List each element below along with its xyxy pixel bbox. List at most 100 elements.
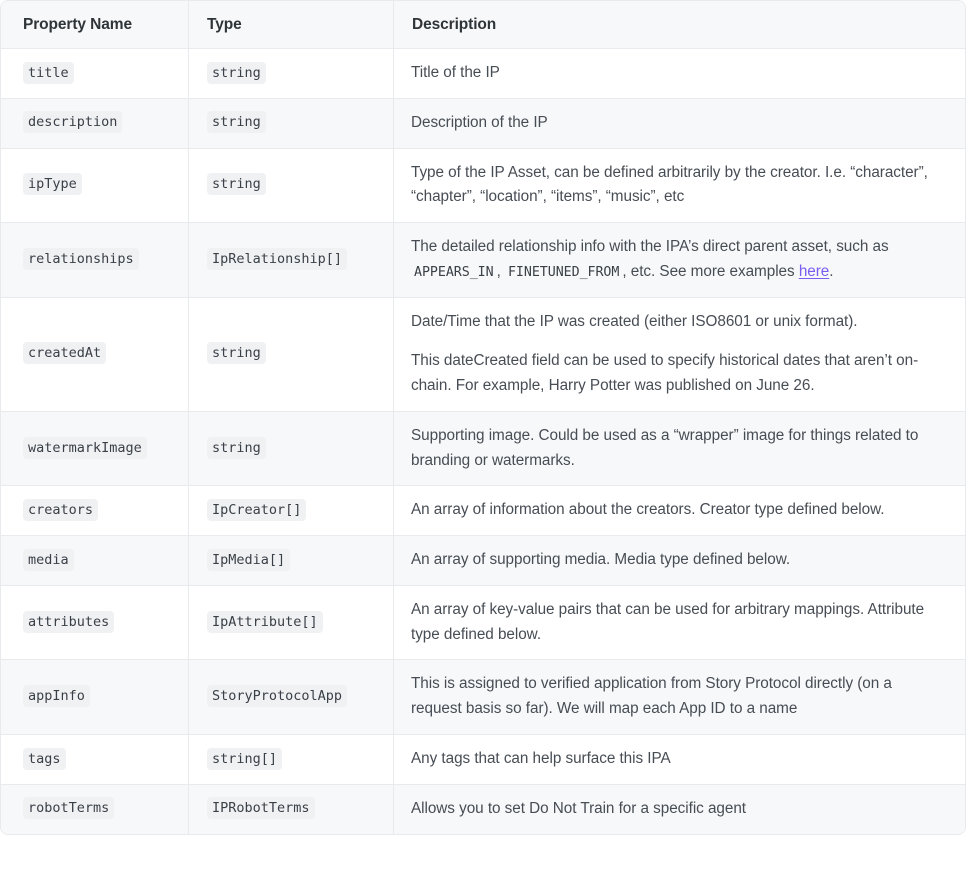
cell-property-name: description — [1, 99, 188, 149]
table-header-row: Property Name Type Description — [1, 1, 965, 49]
description-text: Allows you to set Do Not Train for a spe… — [411, 797, 945, 822]
cell-type: string — [188, 412, 393, 487]
type-code: string — [207, 437, 266, 459]
type-code: IpRelationship[] — [207, 248, 347, 270]
ip-metadata-spec-table-container: Property Name Type Description title stri… — [0, 0, 966, 835]
cell-property-name: relationships — [1, 223, 188, 298]
cell-description: The detailed relationship info with the … — [393, 223, 965, 298]
cell-property-name: ipType — [1, 149, 188, 224]
description-paragraph: The detailed relationship info with the … — [411, 235, 945, 285]
cell-type: IpRelationship[] — [188, 223, 393, 298]
property-name-code: ipType — [23, 173, 82, 195]
cell-description: An array of information about the creato… — [393, 486, 965, 536]
cell-description: Description of the IP — [393, 99, 965, 149]
property-name-code: watermarkImage — [23, 437, 147, 459]
cell-description: An array of key-value pairs that can be … — [393, 586, 965, 661]
description-paragraph: An array of supporting media. Media type… — [411, 548, 945, 573]
description-paragraph: Supporting image. Could be used as a “wr… — [411, 424, 945, 474]
property-name-code: relationships — [23, 248, 139, 270]
description-text: Supporting image. Could be used as a “wr… — [411, 424, 945, 474]
type-code: IpCreator[] — [207, 499, 306, 521]
table-row: ipType string Type of the IP Asset, can be… — [1, 149, 965, 224]
cell-description: An array of supporting media. Media type… — [393, 536, 965, 586]
property-name-code: robotTerms — [23, 797, 114, 819]
description-text: An array of key-value pairs that can be … — [411, 598, 945, 648]
cell-property-name: attributes — [1, 586, 188, 661]
table-row: attributes IpAttribute[] An array of key-v… — [1, 586, 965, 661]
column-header-type: Type — [188, 1, 393, 49]
cell-description: Supporting image. Could be used as a “wr… — [393, 412, 965, 487]
description-paragraph: This is assigned to verified application… — [411, 672, 945, 722]
cell-type: string — [188, 49, 393, 99]
description-text: The detailed relationship info with the … — [411, 235, 945, 285]
cell-type: string — [188, 149, 393, 224]
table-row: robotTerms IPRobotTerms Allows you to set … — [1, 785, 965, 834]
table-row: relationships IpRelationship[] The detaile… — [1, 223, 965, 298]
cell-type: IpCreator[] — [188, 486, 393, 536]
type-code: StoryProtocolApp — [207, 685, 347, 707]
cell-description: Title of the IP — [393, 49, 965, 99]
cell-property-name: media — [1, 536, 188, 586]
table-header: Property Name Type Description — [1, 1, 965, 49]
table-row: media IpMedia[] An array of supporting med… — [1, 536, 965, 586]
description-paragraph: Title of the IP — [411, 61, 945, 86]
description-paragraph: Description of the IP — [411, 111, 945, 136]
description-text: Title of the IP — [411, 61, 945, 86]
description-paragraph: Type of the IP Asset, can be defined arb… — [411, 161, 945, 211]
type-code: IpAttribute[] — [207, 611, 323, 633]
cell-property-name: watermarkImage — [1, 412, 188, 487]
description-text: This is assigned to verified application… — [411, 672, 945, 722]
type-code: string — [207, 62, 266, 84]
table-row: title string Title of the IP — [1, 49, 965, 99]
description-text: Type of the IP Asset, can be defined arb… — [411, 161, 945, 211]
inline-code-appears-in: APPEARS_IN — [411, 265, 497, 280]
column-header-description: Description — [393, 1, 965, 49]
property-name-code: appInfo — [23, 685, 90, 707]
type-code: string — [207, 342, 266, 364]
cell-description: Date/Time that the IP was created (eithe… — [393, 298, 965, 412]
cell-type: IpMedia[] — [188, 536, 393, 586]
table-row: createdAt string Date/Time that the IP was… — [1, 298, 965, 412]
table-row: appInfo StoryProtocolApp This is assigned … — [1, 660, 965, 735]
description-text: An array of information about the creato… — [411, 498, 945, 523]
cell-type: IPRobotTerms — [188, 785, 393, 834]
type-code: string — [207, 111, 266, 133]
cell-property-name: robotTerms — [1, 785, 188, 834]
type-code: IPRobotTerms — [207, 797, 315, 819]
property-name-code: media — [23, 549, 74, 571]
property-name-code: creators — [23, 499, 98, 521]
description-paragraph: An array of key-value pairs that can be … — [411, 598, 945, 648]
ip-metadata-spec-table: Property Name Type Description title stri… — [0, 0, 966, 835]
cell-type: string[] — [188, 735, 393, 785]
cell-description: Any tags that can help surface this IPA — [393, 735, 965, 785]
description-text: Any tags that can help surface this IPA — [411, 747, 945, 772]
description-text: An array of supporting media. Media type… — [411, 548, 945, 573]
property-name-code: attributes — [23, 611, 114, 633]
type-code: IpMedia[] — [207, 549, 290, 571]
table-body: title string Title of the IP description str… — [1, 49, 965, 834]
cell-description: Allows you to set Do Not Train for a spe… — [393, 785, 965, 834]
cell-type: StoryProtocolApp — [188, 660, 393, 735]
cell-type: string — [188, 298, 393, 412]
property-name-code: description — [23, 111, 122, 133]
table-row: tagsstring[] Any tags that can help surfa… — [1, 735, 965, 785]
table-row: watermarkImage string Supporting image. Co… — [1, 412, 965, 487]
description-text: Date/Time that the IP was created (eithe… — [411, 310, 945, 399]
table-row: creators IpCreator[] An array of informati… — [1, 486, 965, 536]
cell-property-name: title — [1, 49, 188, 99]
cell-property-name: appInfo — [1, 660, 188, 735]
cell-property-name: tags — [1, 735, 188, 785]
property-name-code: title — [23, 62, 74, 84]
description-paragraph: Any tags that can help surface this IPA — [411, 747, 945, 772]
column-header-property-name: Property Name — [1, 1, 188, 49]
cell-type: IpAttribute[] — [188, 586, 393, 661]
description-text: Description of the IP — [411, 111, 945, 136]
property-name-code: createdAt — [23, 342, 106, 364]
description-paragraph: This dateCreated field can be used to sp… — [411, 349, 945, 399]
table-row: description string Description of the IP — [1, 99, 965, 149]
description-paragraph: Allows you to set Do Not Train for a spe… — [411, 797, 945, 822]
description-paragraph: Date/Time that the IP was created (eithe… — [411, 310, 945, 335]
see-more-examples-link[interactable]: here — [799, 263, 829, 280]
type-code: string — [207, 173, 266, 195]
cell-property-name: createdAt — [1, 298, 188, 412]
